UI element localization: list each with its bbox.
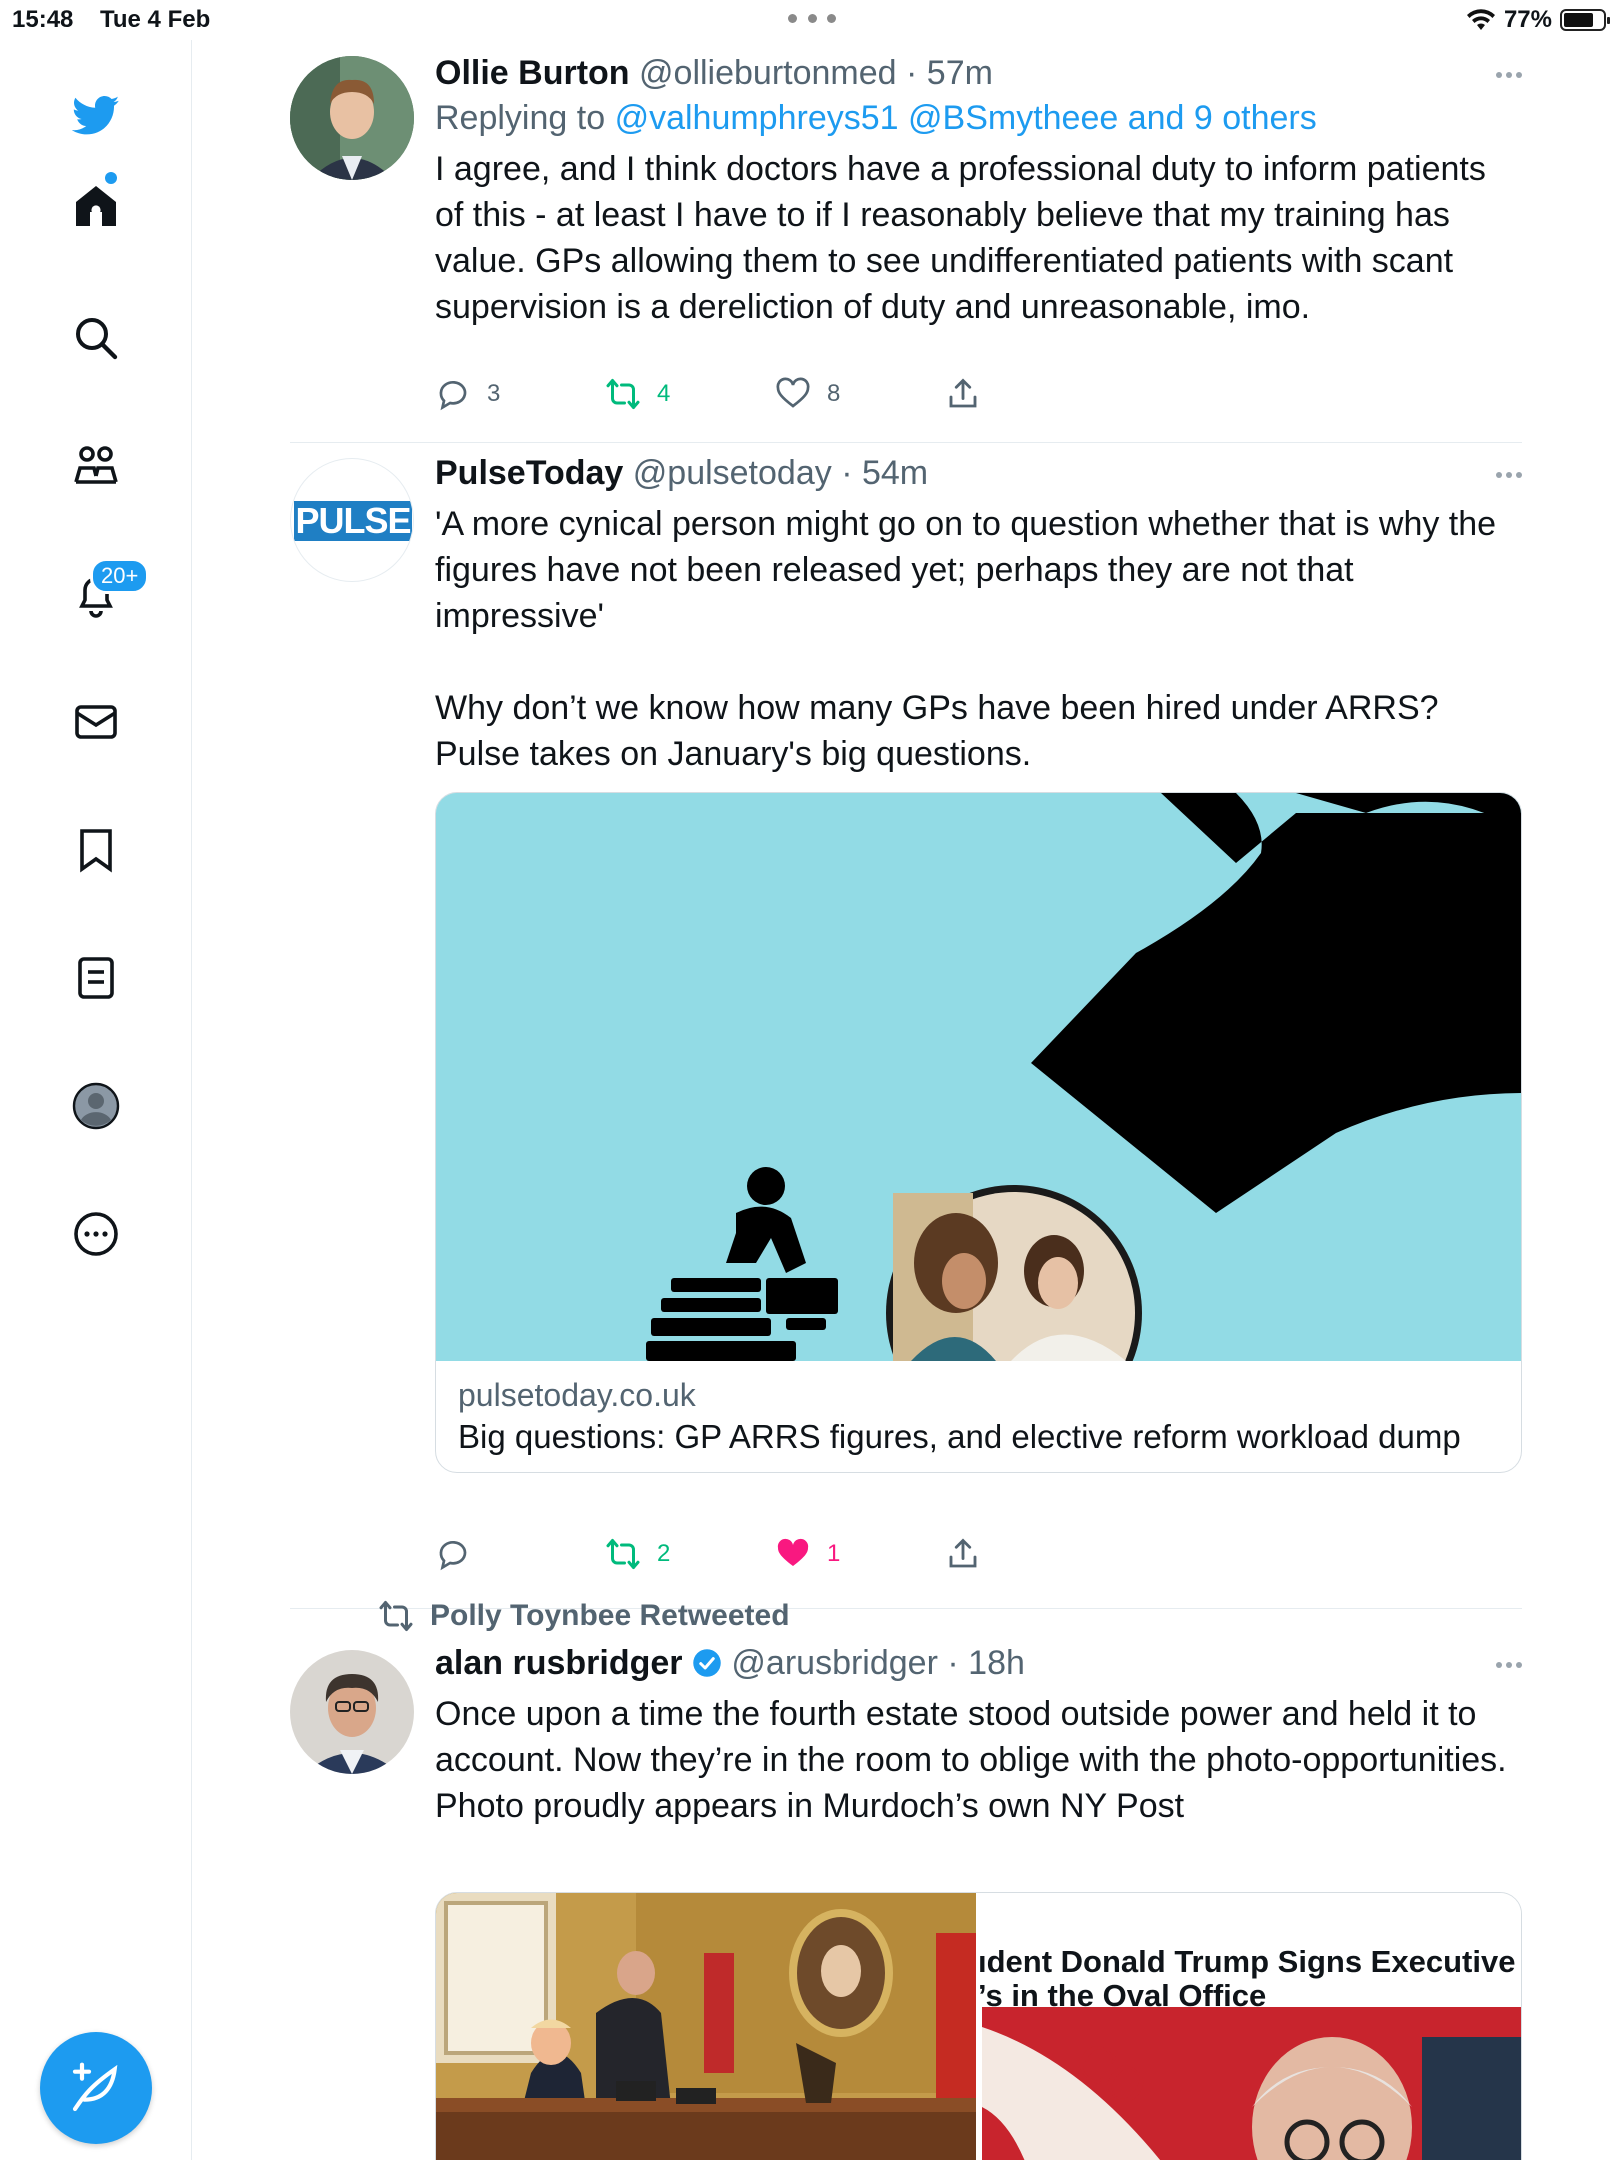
more-options-icon[interactable] <box>1496 72 1522 78</box>
share-button[interactable] <box>945 1534 1115 1574</box>
notifications-badge: 20+ <box>90 558 150 594</box>
share-icon <box>949 378 977 408</box>
sidebar-nav: 20+ <box>0 40 192 2160</box>
replying-to-links[interactable]: @valhumphreys51 @BSmytheee and 9 others <box>615 99 1317 137</box>
home-icon[interactable] <box>68 178 124 234</box>
ny-post-screenshot[interactable]: ıdent Donald Trump Signs Executive ’s in… <box>976 1893 1521 2160</box>
compose-feather-icon <box>72 2062 118 2112</box>
reply-button[interactable] <box>435 1534 605 1574</box>
more-options-icon[interactable] <box>1496 1662 1522 1668</box>
status-bar: 15:48 Tue 4 Feb 77% <box>0 0 1620 40</box>
time-separator: · <box>841 454 853 492</box>
reply-button[interactable]: 3 <box>435 374 605 414</box>
multitasking-dots-icon[interactable] <box>788 14 836 24</box>
status-time: 15:48 <box>12 6 74 33</box>
like-button[interactable]: 8 <box>775 374 945 414</box>
media-headline: ıdent Donald Trump Signs Executive ’s in… <box>978 1944 1516 2013</box>
oval-office-photo[interactable] <box>436 1893 976 2160</box>
compose-tweet-button[interactable] <box>40 2032 152 2144</box>
media-gallery[interactable]: ıdent Donald Trump Signs Executive ’s in… <box>435 1892 1522 2160</box>
card-title: Big questions: GP ARRS figures, and elec… <box>458 1418 1461 1455</box>
retweet-button[interactable]: 4 <box>605 374 775 414</box>
author-name[interactable]: Ollie Burton <box>435 54 630 92</box>
bookmark-icon[interactable] <box>68 822 124 878</box>
author-handle[interactable]: @pulsetoday <box>633 454 832 492</box>
lists-icon[interactable] <box>68 950 124 1006</box>
communities-icon[interactable] <box>68 438 124 494</box>
tweet-text: Once upon a time the fourth estate stood… <box>435 1695 1507 1825</box>
messages-envelope-icon[interactable] <box>68 694 124 750</box>
avatar[interactable] <box>290 1650 414 1774</box>
status-date: Tue 4 Feb <box>100 6 211 33</box>
tweet-divider <box>290 442 1522 443</box>
reply-icon <box>439 381 467 411</box>
tweet-time[interactable]: 18h <box>968 1644 1025 1682</box>
card-image <box>436 793 1521 1361</box>
card-domain: pulsetoday.co.uk <box>458 1377 696 1413</box>
tweet-time[interactable]: 54m <box>862 454 928 492</box>
author-name[interactable]: alan rusbridger <box>435 1644 683 1682</box>
share-icon <box>949 1538 977 1568</box>
share-button[interactable] <box>945 374 1115 414</box>
tweet-actions: 2 1 <box>435 1534 1115 1574</box>
search-icon[interactable] <box>68 310 124 366</box>
replying-to: Replying to @valhumphreys51 @BSmytheee a… <box>435 99 1522 138</box>
profile-avatar-icon[interactable] <box>68 1078 124 1134</box>
battery-icon <box>1560 9 1610 31</box>
battery-percent: 77% <box>1503 6 1552 33</box>
home-unread-dot <box>105 172 117 184</box>
retweet-count: 2 <box>657 1540 671 1567</box>
link-card[interactable]: pulsetoday.co.uk Big questions: GP ARRS … <box>435 792 1522 1473</box>
avatar[interactable] <box>290 56 414 180</box>
murdoch-photo: CO <box>982 2007 1521 2160</box>
avatar[interactable]: PULSE <box>290 458 414 582</box>
retweet-count: 4 <box>657 380 671 407</box>
retweet-icon <box>379 1601 413 1631</box>
replying-to-label: Replying to <box>435 99 606 137</box>
author-handle[interactable]: @arusbridger <box>731 1644 938 1682</box>
tweet-text: I agree, and I think doctors have a prof… <box>435 150 1486 326</box>
time-separator: · <box>947 1644 959 1682</box>
tweet-time[interactable]: 57m <box>927 54 993 92</box>
retweeted-by-label: Polly Toynbee Retweeted <box>430 1599 790 1632</box>
pulse-logo: PULSE <box>294 500 412 541</box>
reply-icon <box>439 1541 467 1571</box>
reply-count: 3 <box>487 380 501 407</box>
author-handle[interactable]: @ollieburtonmed <box>639 54 897 92</box>
like-button[interactable]: 1 <box>775 1534 945 1574</box>
retweet-button[interactable]: 2 <box>605 1534 775 1574</box>
verified-badge-icon <box>693 1649 721 1677</box>
tweet-actions: 3 4 8 <box>435 374 1115 414</box>
retweeted-by[interactable]: Polly Toynbee Retweeted <box>378 1598 790 1634</box>
retweet-icon <box>606 1539 640 1569</box>
heart-icon <box>776 377 810 408</box>
twitter-logo-icon[interactable] <box>68 86 124 142</box>
heart-filled-icon <box>777 1538 809 1566</box>
author-name[interactable]: PulseToday <box>435 454 623 492</box>
wifi-icon <box>1466 9 1495 30</box>
tweet-text: 'A more cynical person might go on to qu… <box>435 505 1497 773</box>
like-count: 1 <box>827 1540 841 1567</box>
more-options-icon[interactable] <box>1496 472 1522 478</box>
retweet-icon <box>606 379 640 409</box>
like-count: 8 <box>827 380 841 407</box>
time-separator: · <box>906 54 918 92</box>
more-circle-icon[interactable] <box>68 1206 124 1262</box>
